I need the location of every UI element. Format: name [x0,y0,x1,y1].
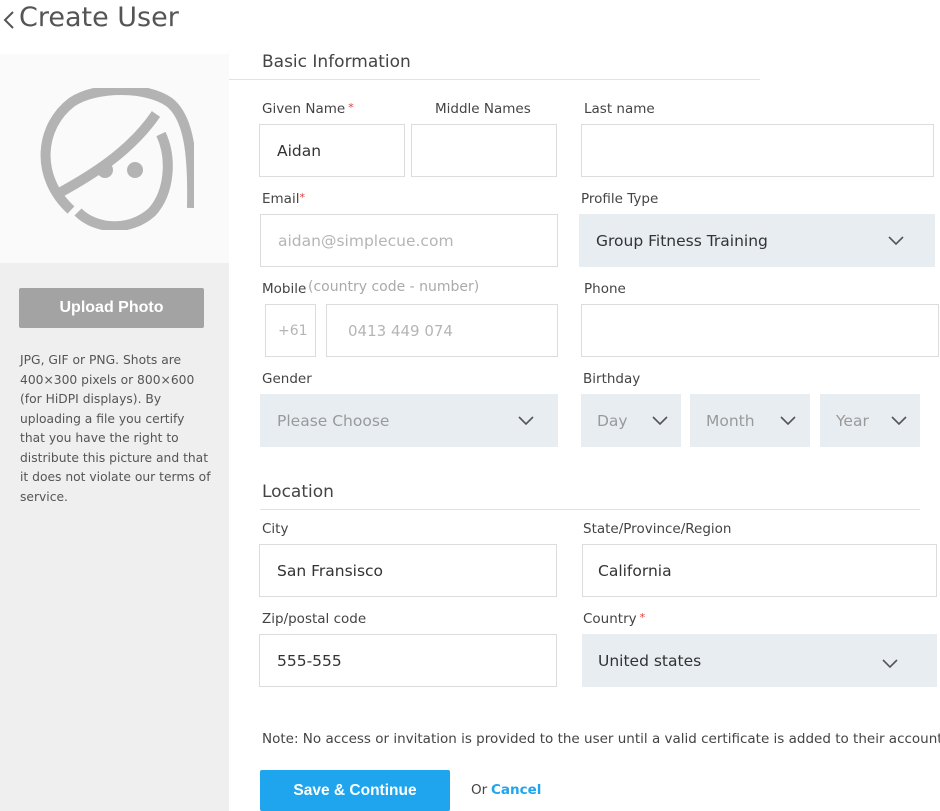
upload-photo-button[interactable]: Upload Photo [19,288,204,328]
profile-type-value: Group Fitness Training [596,231,768,250]
country-value: United states [598,651,702,670]
middle-names-label: Middle Names [435,101,531,117]
country-label: Country * [583,611,646,627]
given-name-label: Given Name * [262,101,354,117]
chevron-down-icon [888,236,904,246]
section-divider [260,509,920,510]
given-name-input[interactable]: Aidan [259,124,405,177]
avatar-panel [0,54,229,263]
birthday-day-value: Day [597,411,628,430]
save-continue-button[interactable]: Save & Continue [260,770,450,811]
last-name-label: Last name [584,101,655,117]
chevron-down-icon [518,416,534,426]
user-avatar-placeholder-icon [40,88,194,230]
mobile-format-hint: (country code - number) [308,279,480,295]
phone-input[interactable] [581,304,939,357]
chevron-down-icon [780,416,796,426]
city-input[interactable]: San Fransisco [259,544,557,597]
birthday-year-value: Year [836,411,869,430]
birthday-month-select[interactable]: Month [690,394,810,447]
mobile-input[interactable]: 0413 449 074 [326,304,558,357]
mobile-label: Mobile [262,281,307,297]
sidebar: Upload Photo JPG, GIF or PNG. Shots are … [0,54,229,811]
phone-label: Phone [584,281,626,297]
upload-help-text: JPG, GIF or PNG. Shots are 400×300 pixel… [20,353,211,504]
last-name-input[interactable] [581,124,934,177]
gender-select[interactable]: Please Choose [260,394,558,447]
chevron-down-icon [652,416,668,426]
chevron-left-icon[interactable] [2,10,16,30]
chevron-down-icon [882,659,898,669]
page-title: Create User [19,2,179,33]
chevron-down-icon [891,416,907,426]
section-title-basic-information: Basic Information [262,52,411,72]
birthday-day-select[interactable]: Day [581,394,681,447]
zip-label: Zip/postal code [262,611,367,627]
gender-label: Gender [262,371,312,387]
section-title-location: Location [262,482,334,502]
profile-type-select[interactable]: Group Fitness Training [579,214,935,267]
gender-value: Please Choose [277,411,390,430]
or-text: Or [471,782,488,798]
city-label: City [262,521,289,537]
state-input[interactable]: California [582,544,937,597]
cancel-link[interactable]: Cancel [491,782,541,798]
country-select[interactable]: United states [582,634,937,687]
access-note: Note: No access or invitation is provide… [262,731,940,747]
state-label: State/Province/Region [583,521,732,537]
birthday-year-select[interactable]: Year [820,394,920,447]
profile-type-label: Profile Type [581,191,659,207]
email-label: Email* [262,191,305,207]
section-divider [229,79,760,80]
zip-input[interactable]: 555-555 [259,634,557,687]
birthday-label: Birthday [583,371,641,387]
middle-names-input[interactable] [411,124,557,177]
country-code-input[interactable]: +61 [265,304,316,357]
birthday-month-value: Month [706,411,755,430]
email-input[interactable]: aidan@simplecue.com [260,214,558,267]
